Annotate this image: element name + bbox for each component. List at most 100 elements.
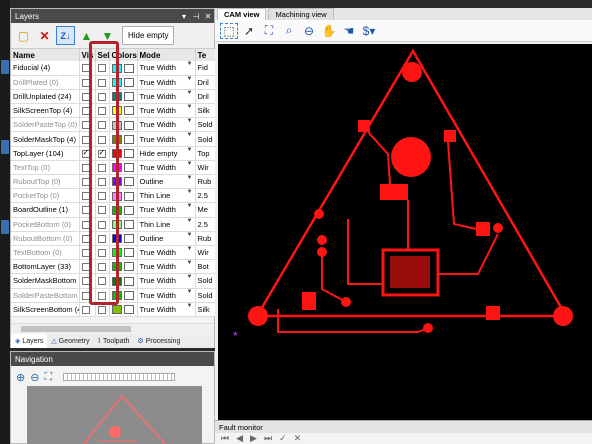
vis-checkbox[interactable] [81, 121, 90, 130]
layer-row[interactable]: SolderMaskBottom (4) True Width ▼Sold [11, 273, 217, 289]
vis-checkbox[interactable] [81, 192, 90, 201]
tab-toolpath[interactable]: ⌇ Toolpath [94, 334, 134, 348]
layer-name[interactable]: SolderMaskTop (4) [11, 131, 80, 147]
layer-row[interactable]: BottomLayer (33) True Width ▼ Bot [11, 259, 217, 275]
sel-checkbox[interactable] [97, 305, 106, 314]
vis-checkbox[interactable] [81, 249, 90, 258]
mode-dropdown[interactable]: True Width ▼ [137, 160, 196, 176]
layer-row[interactable]: TextBottom (0) True Width ▼ Wir [11, 245, 217, 261]
vis-checkbox[interactable] [81, 277, 90, 286]
mode-dropdown[interactable]: Outline ▼ [137, 231, 196, 246]
layer-secondary-color-swatch[interactable] [123, 191, 134, 201]
hide-empty-button[interactable]: Hide empty [122, 26, 175, 45]
mode-dropdown[interactable]: True Width ▼ [137, 131, 196, 147]
mode-dropdown[interactable]: True Width ▼ [137, 302, 196, 317]
mode-dropdown[interactable]: Thin Line ▼ [137, 217, 196, 232]
dock-tab-1[interactable] [1, 60, 9, 74]
mode-dropdown[interactable]: Hide empty ▼ [137, 146, 196, 161]
layer-row[interactable]: BoardOutline (1) True Width ▼ Me [11, 202, 217, 218]
dock-tab-2[interactable] [1, 140, 9, 154]
layer-secondary-color-swatch[interactable] [123, 305, 134, 315]
layer-color-swatch[interactable] [111, 92, 122, 102]
layer-row[interactable]: SilkScreenTop (4) True Width ▼ Silk [11, 103, 217, 119]
layer-color-swatch[interactable] [111, 234, 122, 244]
vis-checkbox[interactable] [81, 135, 90, 144]
layer-row[interactable]: Fiducial (4) True Width ▼ Fid [11, 61, 217, 76]
layer-name[interactable]: DrillPlated (0) [11, 75, 80, 90]
layer-color-swatch[interactable] [111, 248, 122, 258]
sel-checkbox[interactable] [97, 249, 106, 258]
col-header-vis[interactable]: Vis [79, 49, 96, 61]
layer-color-swatch[interactable] [111, 191, 122, 201]
sel-checkbox[interactable] [97, 291, 106, 300]
layer-row[interactable]: SilkScreenBottom (4) True Width ▼ Silk [11, 302, 217, 317]
layer-color-swatch[interactable] [111, 276, 122, 286]
vis-checkbox[interactable] [81, 234, 90, 243]
sel-checkbox[interactable] [97, 148, 106, 158]
mode-dropdown[interactable]: Outline ▼ [137, 174, 196, 190]
layer-row[interactable]: RuboutTop (0) Outline ▼ Rub [11, 174, 217, 190]
mode-dropdown[interactable]: True Width ▼ [137, 245, 196, 261]
layer-name[interactable]: SilkScreenBottom (4) [11, 302, 80, 317]
layer-secondary-color-swatch[interactable] [123, 120, 134, 130]
layer-name[interactable]: SolderPasteTop (0) [11, 117, 80, 133]
layer-name[interactable]: SolderMaskBottom (4) [11, 273, 80, 289]
sort-az-icon[interactable]: Z↓ [56, 26, 75, 45]
layer-row[interactable]: DrillPlated (0) True Width ▼ Dril [11, 75, 217, 90]
zoom-slider[interactable] [63, 373, 176, 381]
layer-secondary-color-swatch[interactable] [123, 290, 134, 300]
layer-color-swatch[interactable] [111, 63, 122, 73]
last-fault-icon[interactable]: ⏭ [264, 433, 272, 444]
vis-checkbox[interactable] [81, 305, 90, 314]
layer-secondary-color-swatch[interactable] [123, 148, 134, 158]
vis-checkbox[interactable] [81, 78, 90, 87]
grab-icon[interactable]: ☚ [341, 24, 357, 38]
layer-secondary-color-swatch[interactable] [123, 262, 134, 272]
clear-icon[interactable]: ✕ [294, 433, 302, 444]
sel-checkbox[interactable] [97, 92, 106, 101]
vis-checkbox[interactable] [81, 163, 90, 172]
layer-name[interactable]: BoardOutline (1) [11, 202, 80, 218]
layer-color-swatch[interactable] [111, 163, 122, 173]
layer-row[interactable]: TextTop (0) True Width ▼ Wir [11, 160, 217, 176]
vis-checkbox[interactable] [81, 291, 90, 300]
navigation-preview[interactable] [27, 386, 202, 444]
vis-checkbox[interactable] [81, 178, 90, 187]
panel-menu-icon[interactable]: ▾ [178, 12, 190, 21]
layer-secondary-color-swatch[interactable] [123, 205, 134, 215]
sel-checkbox[interactable] [97, 78, 106, 87]
sel-checkbox[interactable] [97, 192, 106, 201]
close-icon[interactable]: ✕ [202, 12, 214, 21]
zoom-window-icon[interactable]: ⌕ [281, 23, 297, 38]
layer-row[interactable]: SolderPasteTop (0) True Width ▼ Sold [11, 117, 217, 133]
vis-checkbox[interactable] [81, 92, 90, 101]
mode-dropdown[interactable]: True Width ▼ [137, 288, 196, 303]
layer-name[interactable]: RuboutTop (0) [11, 174, 80, 190]
vis-checkbox[interactable] [81, 64, 90, 73]
layer-name[interactable]: TextBottom (0) [11, 245, 80, 261]
zoom-out-icon[interactable]: ⊖ [301, 24, 317, 38]
mode-dropdown[interactable]: True Width ▼ [137, 259, 196, 275]
vis-checkbox[interactable] [81, 206, 90, 215]
layer-color-swatch[interactable] [111, 120, 122, 130]
mode-dropdown[interactable]: True Width ▼ [137, 61, 196, 76]
layer-color-swatch[interactable] [111, 262, 122, 272]
select-rect-icon[interactable]: ⬚ [220, 22, 238, 39]
pointer-icon[interactable]: ➚ [241, 24, 257, 38]
vis-checkbox[interactable] [81, 107, 90, 116]
scrollbar-thumb[interactable] [21, 326, 131, 332]
layer-color-swatch[interactable] [111, 106, 122, 116]
layer-secondary-color-swatch[interactable] [123, 276, 134, 286]
layer-color-swatch[interactable] [111, 290, 122, 300]
vis-checkbox[interactable] [81, 148, 90, 158]
layer-row[interactable]: DrillUnplated (24) True Width ▼ Dril [11, 89, 217, 105]
check-icon[interactable]: ✓ [279, 433, 287, 444]
mode-dropdown[interactable]: True Width ▼ [137, 75, 196, 90]
layer-color-swatch[interactable] [111, 148, 122, 158]
layer-row[interactable]: SolderPasteBottom (0) True Width ▼Sold [11, 288, 217, 303]
sel-checkbox[interactable] [97, 163, 106, 172]
layer-name[interactable]: BottomLayer (33) [11, 259, 80, 275]
layer-color-swatch[interactable] [111, 305, 122, 315]
mode-dropdown[interactable]: True Width ▼ [137, 273, 196, 289]
layer-secondary-color-swatch[interactable] [123, 106, 134, 116]
